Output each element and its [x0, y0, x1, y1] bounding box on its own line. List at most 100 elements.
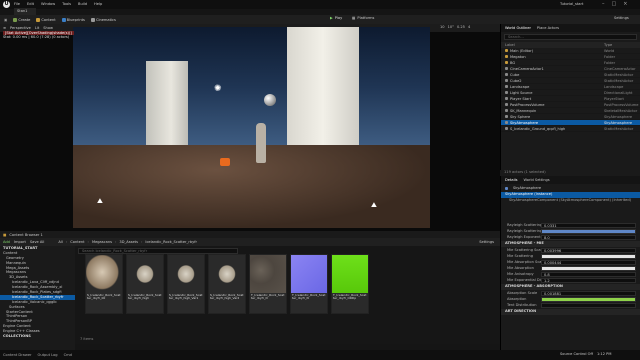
- breadcrumb-item[interactable]: Content: [70, 240, 84, 244]
- actor-icon: [505, 55, 508, 58]
- column-label[interactable]: Label: [505, 43, 604, 47]
- property-value[interactable]: [541, 253, 636, 259]
- asset-thumbnail: [291, 255, 327, 293]
- output-log-button[interactable]: Output Log: [38, 353, 58, 357]
- property-value[interactable]: [541, 228, 636, 234]
- rotation-snap-value[interactable]: 10°: [448, 25, 454, 29]
- tab-details[interactable]: Details: [505, 178, 517, 182]
- grid-snap-value[interactable]: 10: [440, 25, 445, 29]
- menu-tools[interactable]: Tools: [62, 2, 71, 6]
- title-bar: U File Edit Window Tools Build Help Tuto…: [0, 0, 640, 9]
- property-label: Rayleigh Exponential Dis: [507, 235, 541, 239]
- scale-snap-value[interactable]: 0.25: [457, 25, 465, 29]
- actor-name-field[interactable]: SkyAtmosphere: [513, 186, 541, 190]
- outliner-row-type: PlayerStart: [604, 96, 624, 101]
- lit-button[interactable]: Lit: [35, 26, 39, 30]
- minimize-icon[interactable]: –: [602, 1, 605, 7]
- property-value[interactable]: 1.2: [541, 277, 636, 283]
- show-button[interactable]: Show: [43, 26, 53, 30]
- breadcrumb-item[interactable]: Megascans: [92, 240, 112, 244]
- viewport-menu-icon[interactable]: ≡: [3, 26, 6, 30]
- content-button[interactable]: Content: [36, 17, 56, 22]
- outliner-row-label: Sky Sphere: [510, 114, 531, 119]
- asset-search-input[interactable]: Search Icelandic_Rock_Scatter_rbyfr: [78, 248, 238, 254]
- menu-help[interactable]: Help: [94, 2, 102, 6]
- maximize-icon[interactable]: □: [612, 1, 617, 7]
- breadcrumb-item[interactable]: 3D_Assets: [119, 240, 138, 244]
- asset-tile[interactable]: S_Icelandic_Rock_Scatter_rbyfr_high_Var1: [167, 254, 205, 314]
- breadcrumb-item[interactable]: Icelandic_Rock_Scatter_rbyfr: [145, 240, 197, 244]
- tab-world-settings[interactable]: World Settings: [523, 178, 549, 182]
- source-control-button[interactable]: Source Control Off: [560, 352, 593, 356]
- details-actor-header: SkyAtmosphere: [501, 184, 640, 192]
- save-icon[interactable]: ▣: [4, 18, 7, 22]
- property-label: Mie Absorption Scale: [507, 260, 541, 264]
- actor-icon: [505, 67, 508, 70]
- tab-content-browser[interactable]: Content Browser 1: [9, 233, 42, 237]
- rock-ground: [73, 145, 430, 228]
- actor-icon: [505, 109, 508, 112]
- content-drawer-button[interactable]: Content Drawer: [3, 353, 32, 357]
- property-value[interactable]: 8.0: [541, 234, 636, 240]
- outliner-row-type: CineCameraActor: [604, 66, 636, 71]
- component-sub-row[interactable]: SkyAtmosphereComponent (SkyAtmosphereCom…: [501, 198, 640, 204]
- cmd-input[interactable]: Cmd: [64, 353, 72, 357]
- perspective-button[interactable]: Perspective: [10, 26, 31, 30]
- property-value[interactable]: [541, 302, 636, 308]
- breadcrumb-item[interactable]: All: [58, 240, 62, 244]
- property-value[interactable]: 0.001881: [541, 290, 636, 296]
- breadcrumb-separator-icon: ›: [65, 240, 68, 244]
- cinematics-button[interactable]: Cinematics: [90, 17, 116, 22]
- sky-sphere-icon[interactable]: [264, 94, 276, 106]
- asset-name: S_Icelandic_Rock_Scatter_rbyfr_00: [87, 293, 121, 301]
- property-value[interactable]: 0.0331: [541, 222, 636, 228]
- close-icon[interactable]: ×: [623, 1, 627, 7]
- content-browser-toolbar: Add Import Save All All › Content › Megascan…: [0, 238, 500, 246]
- asset-tile[interactable]: S_Icelandic_Rock_Scatter_rbyfr_00: [85, 254, 123, 314]
- camera-speed-value[interactable]: 4: [468, 25, 470, 29]
- column-type[interactable]: Type: [604, 43, 640, 47]
- directional-light-icon[interactable]: ✺: [214, 84, 222, 94]
- outliner-search-input[interactable]: Search...: [504, 34, 637, 40]
- play-button[interactable]: ▶ Play: [330, 16, 342, 20]
- platforms-button[interactable]: ▦ Platforms: [352, 16, 374, 20]
- import-button[interactable]: Import: [14, 240, 26, 244]
- asset-tile[interactable]: T_Icelandic_Rock_Scatter_rbyfr_ORDp: [331, 254, 369, 314]
- property-value[interactable]: 0.000444: [541, 259, 636, 265]
- menu-file[interactable]: File: [14, 2, 20, 6]
- outliner-row[interactable]: S_Icelandic_Ground_qcpfl_high StaticMeshA…: [501, 126, 640, 132]
- spotlight-icon[interactable]: ⛰: [97, 197, 103, 206]
- section-art-direction[interactable]: ART DIRECTION: [501, 309, 640, 315]
- mie-properties: Mie Scattering Scale 0.003996 Mie Scatteri…: [501, 247, 640, 283]
- property-label: Rayleigh Scattering: [507, 229, 541, 233]
- tab-world-outliner[interactable]: World Outliner: [505, 26, 531, 30]
- save-all-button[interactable]: Save All: [30, 240, 44, 244]
- asset-tile[interactable]: T_Icelandic_Rock_Scatter_rbyfr_N: [290, 254, 328, 314]
- tree-list: Content Geometry Mannequin Mega_Assets Megas…: [0, 251, 75, 334]
- tab-place-actors[interactable]: Place Actors: [537, 26, 559, 30]
- property-value[interactable]: 0.8: [541, 271, 636, 277]
- menu-window[interactable]: Window: [41, 2, 55, 6]
- asset-tile[interactable]: T_Icelandic_Rock_Scatter_rbyfr_D: [249, 254, 287, 314]
- folder-tree: TUTORIAL_START Content Geometry Mannequin M…: [0, 246, 75, 350]
- asset-tile[interactable]: S_Icelandic_Rock_Scatter_rbyfr_high: [126, 254, 164, 314]
- level-viewport[interactable]: ✺ ⛰ ⛰: [73, 27, 430, 228]
- menu-edit[interactable]: Edit: [27, 2, 34, 6]
- property-value[interactable]: [541, 265, 636, 271]
- create-button[interactable]: Create: [13, 17, 30, 22]
- cb-settings-button[interactable]: Settings: [479, 240, 494, 244]
- details-tabs: Details World Settings: [501, 176, 640, 184]
- spotlight-icon-right[interactable]: ⛰: [371, 201, 377, 210]
- level-tab[interactable]: Stan1: [14, 8, 36, 15]
- property-value[interactable]: 0.003996: [541, 247, 636, 253]
- player-start-icon[interactable]: [220, 158, 230, 166]
- property-label: Rayleigh Scattering Scal: [507, 223, 541, 227]
- menu-build[interactable]: Build: [78, 2, 87, 6]
- collections-header[interactable]: COLLECTIONS: [0, 334, 75, 339]
- property-value[interactable]: [541, 296, 636, 302]
- outliner-row-label: Main (Editor): [510, 48, 534, 53]
- settings-button[interactable]: Settings: [614, 16, 629, 20]
- add-button[interactable]: Add: [3, 240, 10, 244]
- blueprints-button[interactable]: Blueprints: [61, 17, 85, 22]
- asset-tile[interactable]: S_Icelandic_Rock_Scatter_rbyfr_high_Var2: [208, 254, 246, 314]
